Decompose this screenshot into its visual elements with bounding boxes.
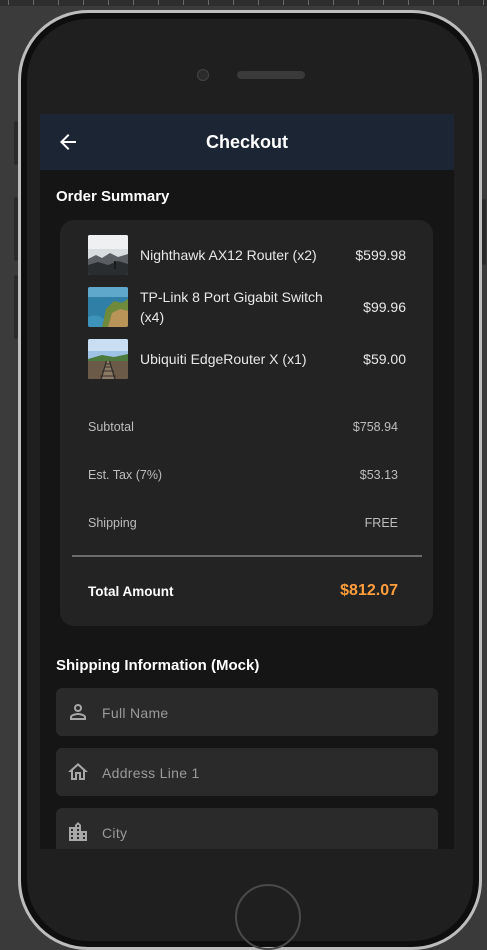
address-line-1-field[interactable] [56, 748, 438, 798]
item-name: TP-Link 8 Port Gigabit Switch (x4) [140, 289, 323, 325]
item-name: Nighthawk AX12 Router (x2) [140, 247, 317, 263]
order-item: Ubiquiti EdgeRouter X (x1) $59.00 [88, 339, 406, 379]
total-label: Total Amount [88, 584, 174, 599]
item-name: Ubiquiti EdgeRouter X (x1) [140, 351, 307, 367]
order-item: TP-Link 8 Port Gigabit Switch (x4) $99.9… [88, 287, 406, 327]
city-icon [66, 820, 90, 844]
full-name-field[interactable] [56, 688, 438, 738]
mute-switch [14, 121, 18, 165]
city-field[interactable] [56, 808, 438, 849]
tax-label: Est. Tax (7%) [88, 468, 163, 482]
power-button [482, 199, 486, 265]
top-ruler [0, 0, 487, 6]
volume-up-button [14, 197, 18, 261]
home-icon [66, 760, 90, 784]
order-item: Nighthawk AX12 Router (x2) $599.98 [88, 235, 406, 275]
product-thumbnail [88, 339, 128, 379]
front-camera [197, 69, 209, 81]
person-icon [66, 700, 90, 724]
subtotal-value: $758.94 [352, 420, 398, 434]
product-thumbnail [88, 235, 128, 275]
shipping-value: FREE [364, 516, 398, 530]
city-input[interactable] [100, 808, 424, 849]
shipping-info-title: Shipping Information (Mock) [56, 657, 260, 674]
address-line-1-input[interactable] [100, 748, 424, 798]
app-bar: Checkout [40, 114, 454, 170]
item-price: $59.00 [363, 351, 406, 367]
full-name-input[interactable] [100, 688, 424, 738]
shipping-label: Shipping [88, 516, 137, 530]
order-summary-title: Order Summary [56, 188, 170, 205]
tax-value: $53.13 [359, 468, 398, 482]
total-divider [72, 555, 422, 557]
arrow-back-icon[interactable] [56, 130, 80, 154]
product-thumbnail [88, 287, 128, 327]
page-title: Checkout [205, 132, 288, 152]
order-summary-card: Nighthawk AX12 Router (x2) $599.98 TP-Li… [60, 220, 433, 626]
subtotal-label: Subtotal [88, 420, 134, 434]
total-value: $812.07 [340, 582, 398, 599]
earpiece-speaker [237, 71, 305, 79]
app-screen: Checkout Order Summary Nighthawk AX12 Ro… [40, 114, 454, 849]
home-button[interactable] [235, 884, 301, 950]
item-price: $599.98 [355, 247, 406, 263]
item-price: $99.96 [363, 299, 406, 315]
volume-down-button [14, 275, 18, 339]
